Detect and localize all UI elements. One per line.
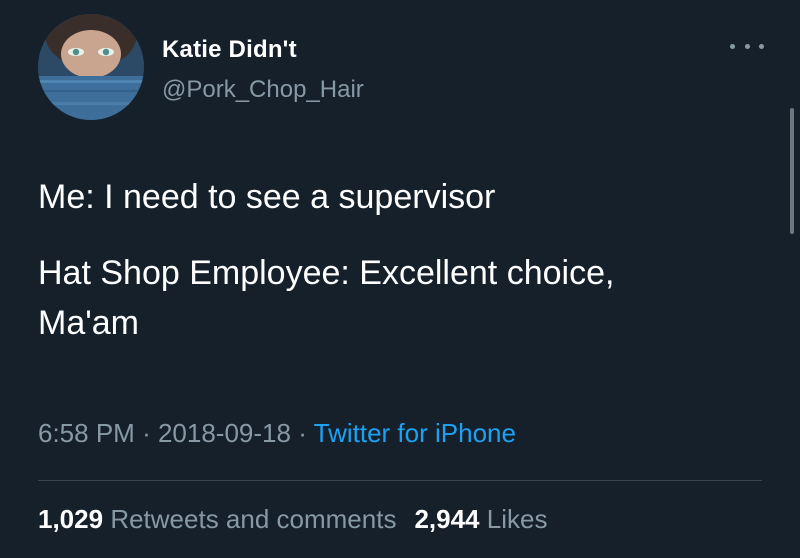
tweet-meta: 6:58 PM · 2018-09-18 · Twitter for iPhon… bbox=[38, 418, 516, 449]
tweet-line-1: Me: I need to see a supervisor bbox=[38, 178, 496, 216]
scrollbar[interactable] bbox=[790, 108, 794, 234]
tweet-card: Katie Didn't @Pork_Chop_Hair Me: I need … bbox=[0, 0, 800, 558]
retweets-stat[interactable]: 1,029 Retweets and comments bbox=[38, 504, 396, 534]
user-handle[interactable]: @Pork_Chop_Hair bbox=[162, 76, 364, 104]
dot bbox=[744, 43, 750, 49]
tweet-time[interactable]: 6:58 PM bbox=[38, 418, 135, 448]
divider bbox=[38, 480, 762, 481]
likes-label: Likes bbox=[486, 504, 548, 534]
retweets-label: Retweets and comments bbox=[110, 504, 397, 534]
tweet-line-3: Ma'am bbox=[38, 304, 139, 342]
more-horizontal-icon[interactable] bbox=[730, 36, 764, 56]
display-name[interactable]: Katie Didn't bbox=[162, 36, 297, 64]
tweet-stats: 1,029 Retweets and comments 2,944 Likes bbox=[38, 504, 547, 535]
dot bbox=[759, 43, 764, 49]
dot bbox=[730, 43, 735, 49]
tweet-text: Me: I need to see a supervisor Hat Shop … bbox=[38, 172, 758, 348]
separator: · bbox=[298, 418, 307, 448]
tweet-source-link[interactable]: Twitter for iPhone bbox=[314, 418, 516, 448]
likes-count: 2,944 bbox=[414, 504, 480, 534]
tweet-line-2: Hat Shop Employee: Excellent choice, bbox=[38, 254, 615, 292]
avatar-image bbox=[38, 14, 144, 120]
separator: · bbox=[142, 418, 151, 448]
avatar[interactable] bbox=[38, 14, 144, 120]
tweet-date[interactable]: 2018-09-18 bbox=[158, 418, 291, 448]
likes-stat[interactable]: 2,944 Likes bbox=[414, 504, 547, 534]
retweets-count: 1,029 bbox=[38, 504, 104, 534]
